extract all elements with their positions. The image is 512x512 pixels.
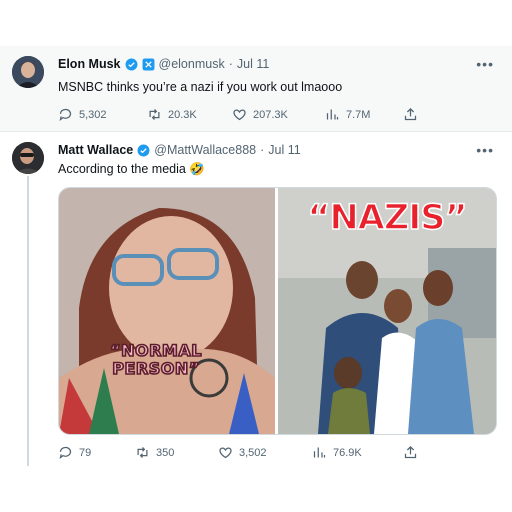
reply-count: 5,302	[79, 108, 107, 121]
share-icon	[404, 445, 417, 459]
tweet-media[interactable]: “NORMAL PERSON” “NAZIS”	[58, 187, 497, 435]
more-icon[interactable]: •••	[476, 142, 494, 158]
tweet-text: According to the media 🤣	[58, 162, 205, 176]
person-photo	[59, 188, 275, 434]
reply-button[interactable]: 5,302	[58, 107, 107, 122]
tweet-elon[interactable]: Elon Musk @elonmusk · Jul 11 ••• MSNBC t…	[0, 46, 512, 132]
retweet-icon	[137, 447, 148, 458]
like-button[interactable]: 207.3K	[232, 107, 288, 122]
share-button[interactable]	[403, 107, 424, 122]
retweet-count: 350	[156, 446, 175, 459]
views-icon	[326, 109, 339, 120]
heart-icon	[219, 447, 232, 459]
views-icon	[313, 447, 326, 458]
retweet-button[interactable]: 350	[135, 445, 174, 460]
separator-dot: ·	[260, 143, 265, 157]
views-count: 7.7M	[346, 108, 371, 121]
top-whitespace	[0, 0, 512, 46]
author-name[interactable]: Matt Wallace	[58, 143, 133, 157]
more-icon[interactable]: •••	[476, 56, 494, 72]
x-affiliate-badge-icon	[142, 58, 154, 70]
like-count: 3,502	[239, 446, 267, 459]
verified-badge-icon	[125, 58, 137, 70]
views-button[interactable]: 7.7M	[325, 107, 370, 122]
retweet-icon	[149, 109, 160, 120]
author-handle[interactable]: @MattWallace888	[154, 143, 256, 157]
retweet-button[interactable]: 20.3K	[147, 107, 197, 122]
author-name[interactable]: Elon Musk	[58, 57, 121, 71]
reply-button[interactable]: 79	[58, 445, 91, 460]
author-handle[interactable]: @elonmusk	[159, 57, 225, 71]
tweet-text: MSNBC thinks you’re a nazi if you work o…	[58, 80, 343, 94]
avatar[interactable]	[12, 142, 44, 174]
reply-icon	[59, 108, 72, 121]
verified-badge-icon	[137, 144, 150, 156]
like-count: 207.3K	[253, 108, 288, 121]
tweet-date[interactable]: Jul 11	[268, 143, 300, 157]
reply-icon	[59, 446, 72, 459]
retweet-count: 20.3K	[168, 108, 197, 121]
avatar[interactable]	[12, 56, 44, 88]
like-button[interactable]: 3,502	[218, 445, 267, 460]
caption-nazis: “NAZIS”	[307, 197, 469, 239]
media-image-right[interactable]: “NAZIS”	[278, 188, 496, 434]
share-button[interactable]	[403, 445, 424, 460]
views-count: 76.9K	[333, 446, 362, 459]
tweet-date[interactable]: Jul 11	[237, 57, 269, 71]
views-button[interactable]: 76.9K	[312, 445, 362, 460]
thread-line	[27, 176, 29, 466]
media-image-left[interactable]: “NORMAL PERSON”	[59, 188, 275, 434]
reply-count: 79	[79, 446, 92, 459]
heart-icon	[233, 109, 246, 121]
separator-dot: ·	[228, 57, 233, 71]
caption-normal-person: “NORMAL PERSON”	[109, 341, 202, 379]
share-icon	[404, 107, 417, 121]
